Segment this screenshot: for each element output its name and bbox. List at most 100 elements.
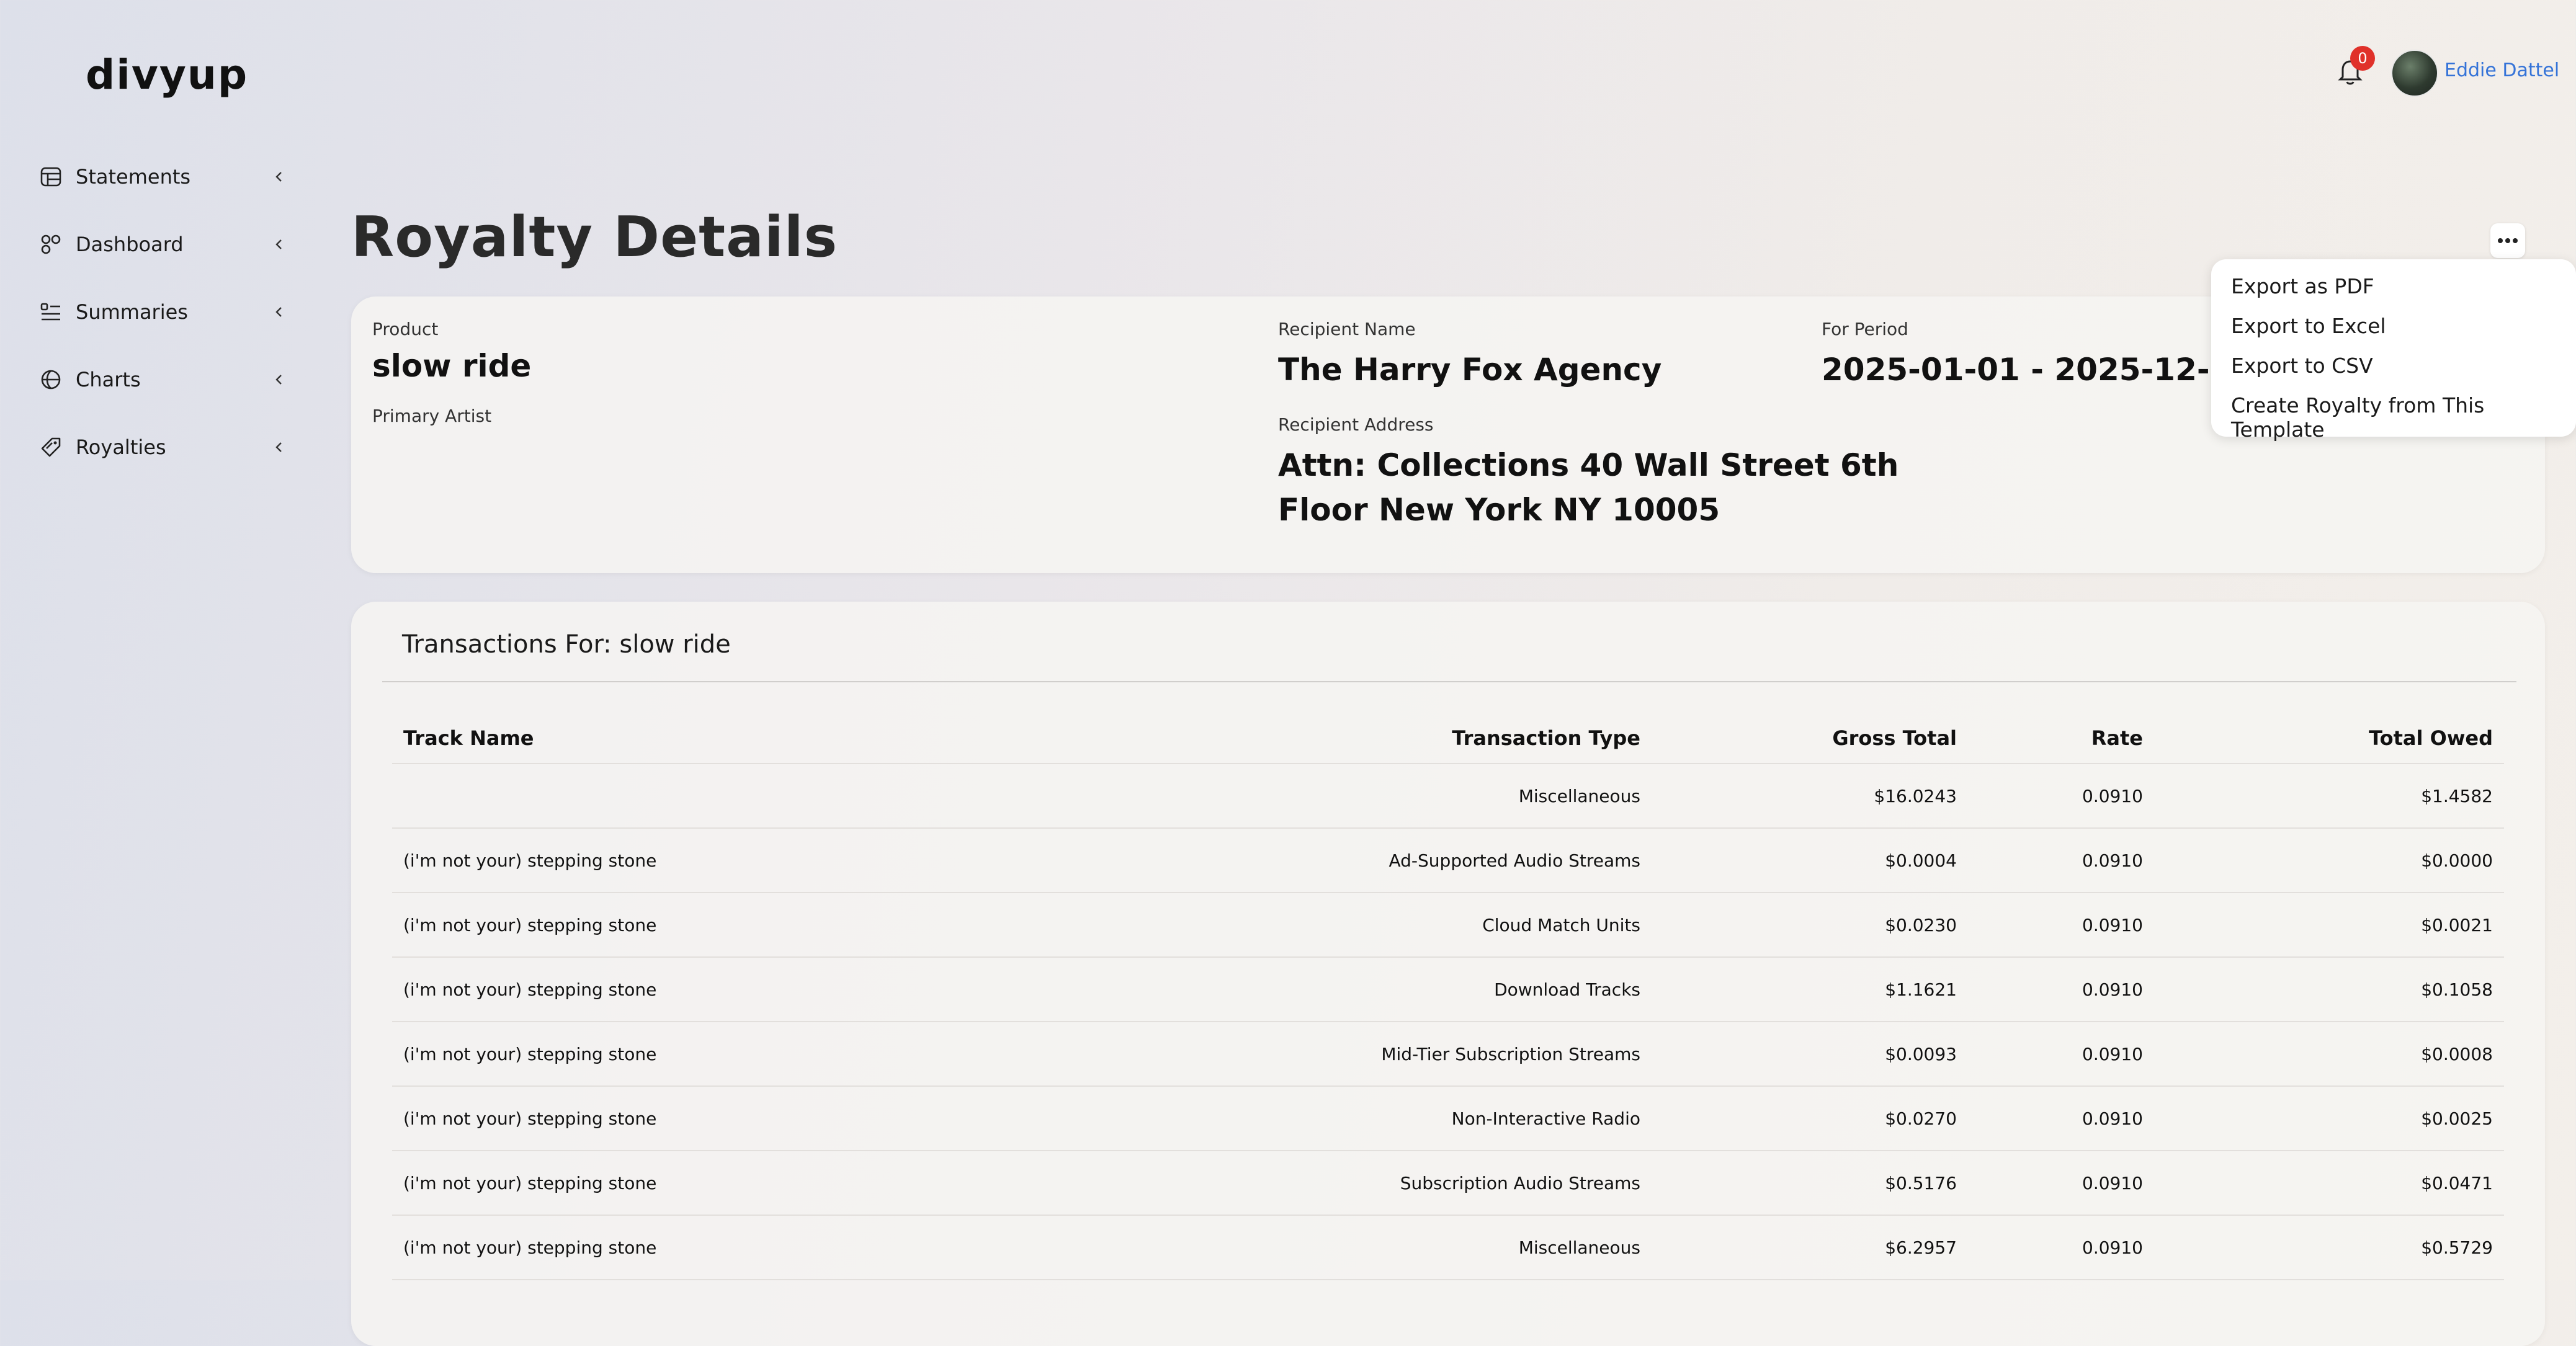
cell-rate: 0.0910 bbox=[1968, 893, 2154, 958]
recipient-address-label: Recipient Address bbox=[1278, 414, 1434, 435]
cell-transaction-type: Miscellaneous bbox=[1075, 1215, 1652, 1280]
cell-gross-total: $0.0004 bbox=[1652, 828, 1968, 893]
app-logo[interactable]: divyup bbox=[86, 51, 248, 99]
cell-gross-total: $0.0093 bbox=[1652, 1022, 1968, 1087]
menu-item-create-royalty-template[interactable]: Create Royalty from This Template bbox=[2231, 393, 2576, 442]
cell-gross-total: $6.2957 bbox=[1652, 1215, 1968, 1280]
transactions-title: Transactions For: slow ride bbox=[402, 630, 731, 659]
cell-rate: 0.0910 bbox=[1968, 1151, 2154, 1216]
tag-icon bbox=[38, 435, 63, 460]
table-row[interactable]: (i'm not your) stepping stone Mid-Tier S… bbox=[392, 1022, 2504, 1087]
cell-transaction-type: Cloud Match Units bbox=[1075, 893, 1652, 958]
sidebar-item-label: Royalties bbox=[76, 435, 166, 459]
recipient-name-label: Recipient Name bbox=[1278, 319, 1416, 339]
transactions-table: Track Name Transaction Type Gross Total … bbox=[392, 713, 2504, 1280]
sidebar-item-label: Dashboard bbox=[76, 233, 184, 256]
sidebar-item-label: Statements bbox=[76, 165, 191, 189]
cell-total-owed: $0.0025 bbox=[2154, 1086, 2504, 1151]
cell-transaction-type: Download Tracks bbox=[1075, 957, 1652, 1022]
cell-rate: 0.0910 bbox=[1968, 1022, 2154, 1087]
period-value: 2025-01-01 - 2025-12-31 bbox=[1822, 352, 2253, 388]
cell-total-owed: $0.1058 bbox=[2154, 957, 2504, 1022]
product-value: slow ride bbox=[372, 348, 532, 384]
ellipsis-icon bbox=[2497, 235, 2519, 247]
primary-artist-label: Primary Artist bbox=[372, 406, 492, 426]
cell-gross-total: $16.0243 bbox=[1652, 764, 1968, 829]
chevron-left-icon bbox=[272, 440, 287, 455]
cell-track-name: (i'm not your) stepping stone bbox=[392, 1022, 1075, 1087]
cell-track-name: (i'm not your) stepping stone bbox=[392, 893, 1075, 958]
transactions-card: Transactions For: slow ride Track Name T… bbox=[351, 602, 2545, 1346]
table-row[interactable]: (i'm not your) stepping stone Ad-Support… bbox=[392, 828, 2504, 893]
sidebar-item-label: Charts bbox=[76, 368, 141, 391]
cell-track-name: (i'm not your) stepping stone bbox=[392, 957, 1075, 1022]
cell-track-name: (i'm not your) stepping stone bbox=[392, 1151, 1075, 1216]
divider bbox=[382, 681, 2516, 682]
table-icon bbox=[38, 164, 63, 189]
menu-item-export-csv[interactable]: Export to CSV bbox=[2231, 354, 2373, 378]
cell-track-name: (i'm not your) stepping stone bbox=[392, 828, 1075, 893]
sidebar-item-dashboard[interactable]: Dashboard bbox=[38, 226, 287, 263]
chevron-left-icon bbox=[272, 305, 287, 319]
notification-badge: 0 bbox=[2350, 46, 2375, 71]
chevron-left-icon bbox=[272, 169, 287, 184]
cell-rate: 0.0910 bbox=[1968, 1086, 2154, 1151]
cell-track-name: (i'm not your) stepping stone bbox=[392, 1086, 1075, 1151]
sidebar-item-royalties[interactable]: Royalties bbox=[38, 429, 287, 466]
product-label: Product bbox=[372, 319, 439, 339]
cell-transaction-type: Subscription Audio Streams bbox=[1075, 1151, 1652, 1216]
cell-transaction-type: Ad-Supported Audio Streams bbox=[1075, 828, 1652, 893]
export-menu: Export as PDF Export to Excel Export to … bbox=[2211, 259, 2576, 442]
sidebar-item-statements[interactable]: Statements bbox=[38, 158, 287, 195]
cell-total-owed: $0.5729 bbox=[2154, 1215, 2504, 1280]
cell-transaction-type: Mid-Tier Subscription Streams bbox=[1075, 1022, 1652, 1087]
recipient-address-line: Attn: Collections 40 Wall Street 6th bbox=[1278, 447, 1899, 483]
column-header-transaction-type[interactable]: Transaction Type bbox=[1075, 713, 1652, 764]
period-label: For Period bbox=[1822, 319, 1908, 339]
column-header-track-name[interactable]: Track Name bbox=[392, 713, 1075, 764]
list-icon bbox=[38, 300, 63, 324]
column-header-total-owed[interactable]: Total Owed bbox=[2154, 713, 2504, 764]
cell-gross-total: $0.0230 bbox=[1652, 893, 1968, 958]
chevron-left-icon bbox=[272, 372, 287, 387]
menu-item-export-excel[interactable]: Export to Excel bbox=[2231, 314, 2386, 338]
table-row[interactable]: (i'm not your) stepping stone Download T… bbox=[392, 957, 2504, 1022]
sidebar-item-label: Summaries bbox=[76, 300, 188, 324]
cell-total-owed: $1.4582 bbox=[2154, 764, 2504, 829]
cell-total-owed: $0.0021 bbox=[2154, 893, 2504, 958]
table-row[interactable]: Miscellaneous $16.0243 0.0910 $1.4582 bbox=[392, 764, 2504, 829]
cell-rate: 0.0910 bbox=[1968, 764, 2154, 829]
cell-total-owed: $0.0471 bbox=[2154, 1151, 2504, 1216]
page-title: Royalty Details bbox=[351, 205, 838, 270]
table-header-row: Track Name Transaction Type Gross Total … bbox=[392, 713, 2504, 764]
more-options-button[interactable] bbox=[2490, 223, 2525, 258]
cell-rate: 0.0910 bbox=[1968, 828, 2154, 893]
sidebar-item-summaries[interactable]: Summaries bbox=[38, 293, 287, 331]
cell-track-name bbox=[392, 764, 1075, 829]
cell-gross-total: $0.0270 bbox=[1652, 1086, 1968, 1151]
table-row[interactable]: (i'm not your) stepping stone Cloud Matc… bbox=[392, 893, 2504, 958]
cell-rate: 0.0910 bbox=[1968, 957, 2154, 1022]
cell-total-owed: $0.0000 bbox=[2154, 828, 2504, 893]
cell-total-owed: $0.0008 bbox=[2154, 1022, 2504, 1087]
cell-transaction-type: Non-Interactive Radio bbox=[1075, 1086, 1652, 1151]
cell-rate: 0.0910 bbox=[1968, 1215, 2154, 1280]
chevron-left-icon bbox=[272, 237, 287, 252]
column-header-rate[interactable]: Rate bbox=[1968, 713, 2154, 764]
column-header-gross-total[interactable]: Gross Total bbox=[1652, 713, 1968, 764]
sidebar-item-charts[interactable]: Charts bbox=[38, 361, 287, 398]
table-row[interactable]: (i'm not your) stepping stone Miscellane… bbox=[392, 1215, 2504, 1280]
table-row[interactable]: (i'm not your) stepping stone Subscripti… bbox=[392, 1151, 2504, 1216]
user-name-link[interactable]: Eddie Dattel bbox=[2444, 60, 2559, 81]
cell-transaction-type: Miscellaneous bbox=[1075, 764, 1652, 829]
menu-item-export-pdf[interactable]: Export as PDF bbox=[2231, 274, 2374, 298]
recipient-address-line: Floor New York NY 10005 bbox=[1278, 492, 1720, 528]
table-row[interactable]: (i'm not your) stepping stone Non-Intera… bbox=[392, 1086, 2504, 1151]
cell-gross-total: $0.5176 bbox=[1652, 1151, 1968, 1216]
dashboard-icon bbox=[38, 232, 63, 257]
cell-gross-total: $1.1621 bbox=[1652, 957, 1968, 1022]
recipient-name-value: The Harry Fox Agency bbox=[1278, 352, 1662, 388]
avatar[interactable] bbox=[2391, 50, 2438, 97]
globe-chart-icon bbox=[38, 367, 63, 392]
cell-track-name: (i'm not your) stepping stone bbox=[392, 1215, 1075, 1280]
